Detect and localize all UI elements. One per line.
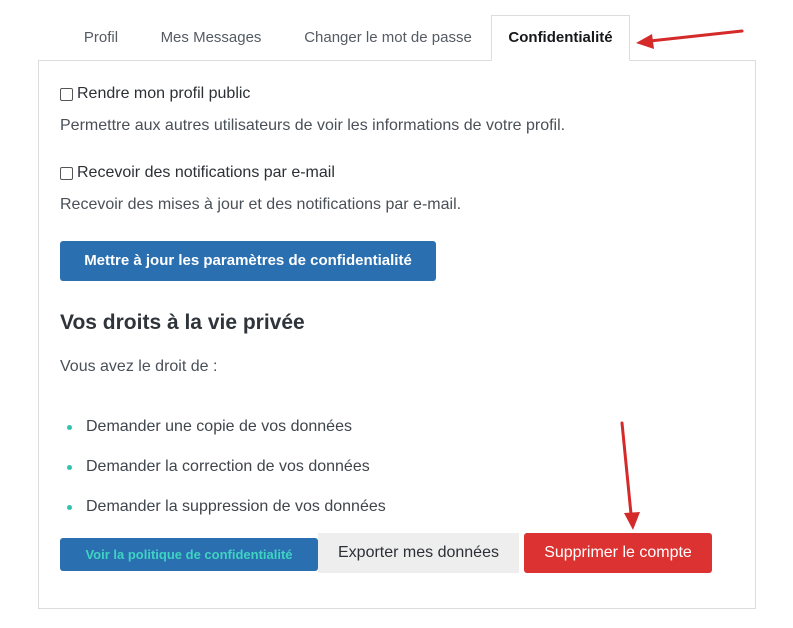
privacy-panel: Rendre mon profil public Permettre aux a… xyxy=(38,60,756,609)
tab-bar: Profil Mes Messages Changer le mot de pa… xyxy=(38,15,756,61)
list-item: Demander une copie de vos données xyxy=(60,407,386,447)
email-notifications-description: Recevoir des mises à jour et des notific… xyxy=(60,196,462,213)
export-data-button[interactable]: Exporter mes données xyxy=(318,533,519,573)
public-profile-description: Permettre aux autres utilisateurs de voi… xyxy=(60,117,566,134)
view-privacy-policy-button[interactable]: Voir la politique de confidentialité xyxy=(60,538,318,571)
public-profile-option[interactable]: Rendre mon profil public xyxy=(60,85,250,103)
privacy-rights-list: Demander une copie de vos données Demand… xyxy=(60,407,386,527)
tab-changer-mot-de-passe[interactable]: Changer le mot de passe xyxy=(288,15,488,61)
bullet-dot-icon xyxy=(67,464,72,470)
privacy-rights-intro: Vous avez le droit de : xyxy=(60,358,218,375)
public-profile-label: Rendre mon profil public xyxy=(77,85,251,102)
bullet-dot-icon xyxy=(67,424,72,430)
tab-profil[interactable]: Profil xyxy=(64,15,138,61)
email-notifications-option[interactable]: Recevoir des notifications par e-mail xyxy=(60,164,335,182)
tab-mes-messages[interactable]: Mes Messages xyxy=(146,15,276,61)
email-notifications-label: Recevoir des notifications par e-mail xyxy=(77,164,335,181)
list-item: Demander la correction de vos données xyxy=(60,447,386,487)
privacy-rights-heading: Vos droits à la vie privée xyxy=(60,311,305,334)
email-notifications-checkbox[interactable] xyxy=(60,166,73,180)
bullet-dot-icon xyxy=(67,504,72,510)
tab-confidentialite[interactable]: Confidentialité xyxy=(491,15,630,61)
list-item: Demander la suppression de vos données xyxy=(60,487,386,527)
update-privacy-button[interactable]: Mettre à jour les paramètres de confiden… xyxy=(60,241,436,281)
public-profile-checkbox[interactable] xyxy=(60,87,73,101)
delete-account-button[interactable]: Supprimer le compte xyxy=(524,533,712,573)
